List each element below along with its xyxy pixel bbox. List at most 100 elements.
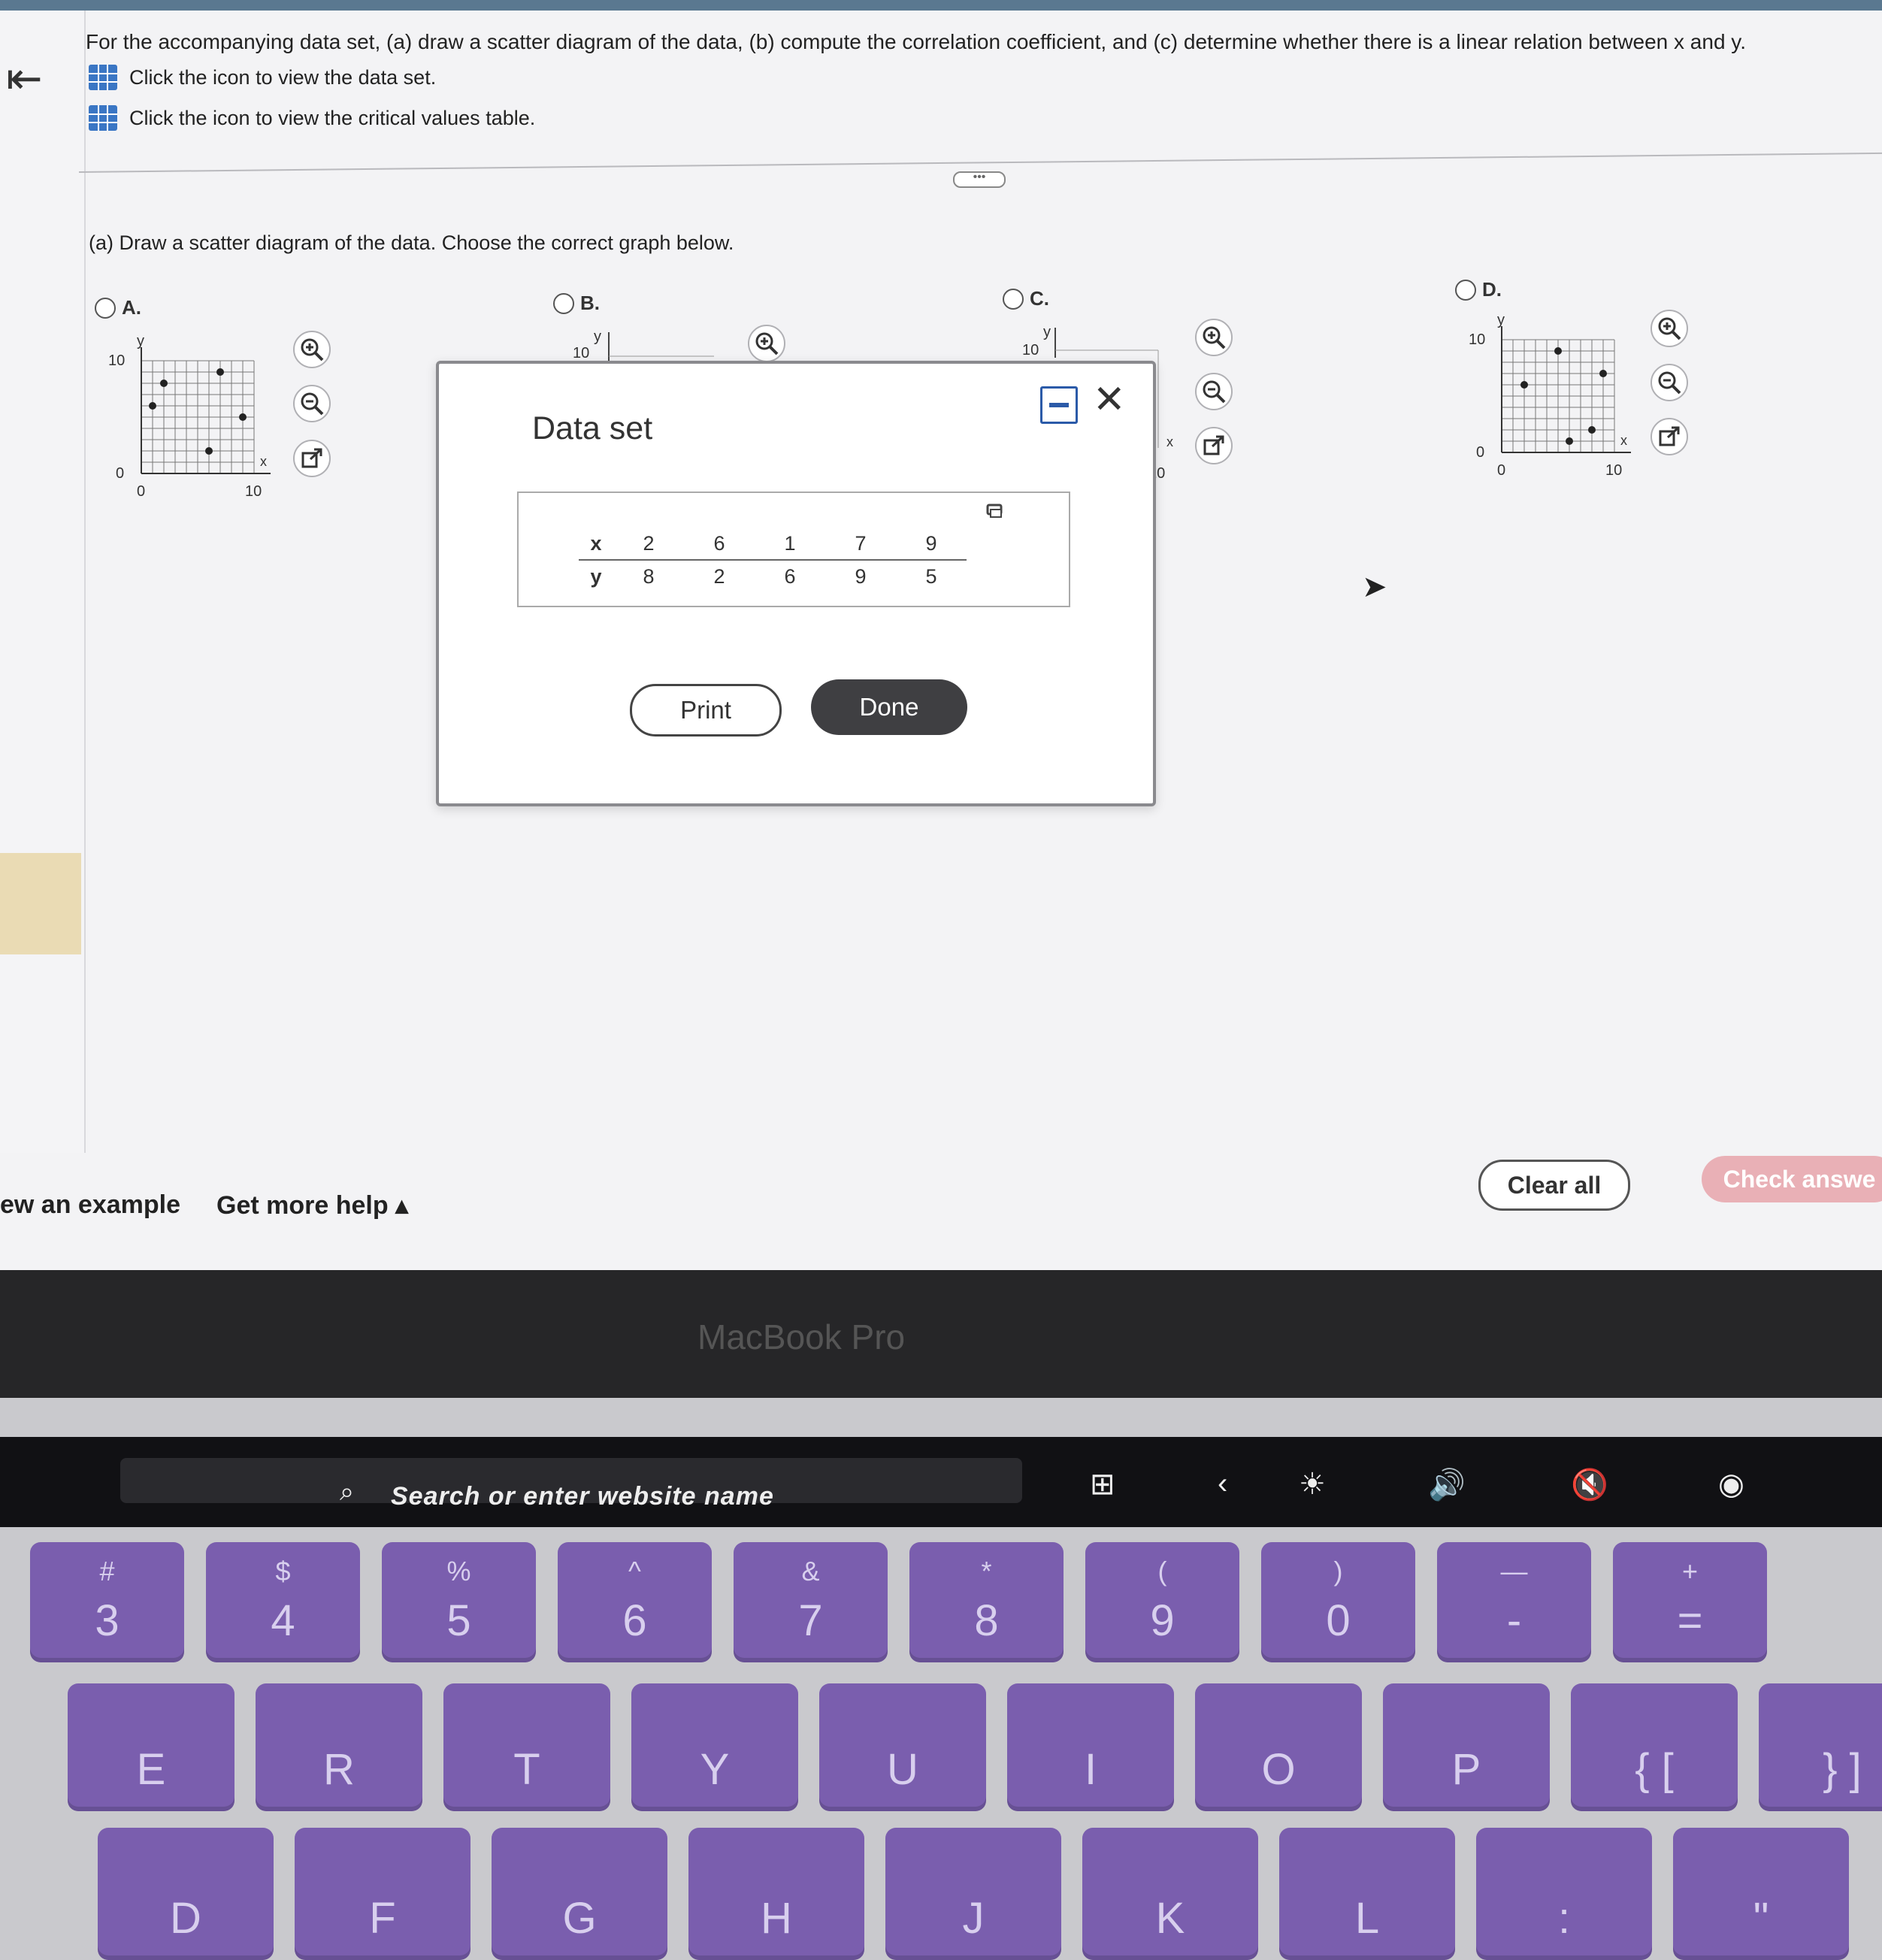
key[interactable]: ^ 6: [558, 1542, 712, 1662]
brightness-icon[interactable]: ☀: [1299, 1467, 1326, 1502]
external-link-icon[interactable]: [1195, 427, 1233, 464]
key[interactable]: — -: [1437, 1542, 1591, 1662]
zoom-out-icon[interactable]: [1651, 364, 1688, 401]
option-c-label: C.: [1030, 287, 1049, 310]
y-tick-label: 10: [1469, 331, 1485, 348]
key[interactable]: % 5: [382, 1542, 536, 1662]
data-set-dialog: Data set ✕ x 2 6 1 7 9 y 8 2 6 9 5 Print…: [436, 361, 1156, 806]
key[interactable]: + =: [1613, 1542, 1767, 1662]
done-button[interactable]: Done: [811, 679, 967, 735]
y-cell: 8: [643, 564, 655, 588]
graph-a: 10 y 00 10 x: [108, 333, 271, 500]
key[interactable]: K: [1082, 1828, 1258, 1960]
external-link-icon[interactable]: [1651, 418, 1688, 455]
x-tick-label: 10: [1605, 462, 1622, 479]
x-cell: 1: [755, 528, 825, 561]
key[interactable]: * 8: [909, 1542, 1064, 1662]
brand-label: MacBook Pro: [697, 1317, 906, 1357]
external-link-icon[interactable]: [293, 440, 331, 477]
back-arrow-icon[interactable]: ⇤: [6, 57, 43, 101]
key[interactable]: { [: [1571, 1683, 1738, 1811]
key[interactable]: D: [98, 1828, 274, 1960]
y-tick-label: 10: [108, 352, 125, 369]
zoom-out-icon[interactable]: [1195, 373, 1233, 410]
key[interactable]: F: [295, 1828, 470, 1960]
y-cell: 6: [784, 564, 796, 588]
option-c[interactable]: C.: [1003, 287, 1049, 310]
expand-pill[interactable]: •••: [953, 171, 1006, 188]
section-divider: [78, 152, 1882, 173]
top-bar: [0, 0, 1882, 11]
scatter-point: [1554, 347, 1562, 355]
volume-icon[interactable]: 🔊: [1428, 1467, 1466, 1502]
zoom-out-icon[interactable]: [293, 385, 331, 422]
key[interactable]: #3: [30, 1542, 184, 1662]
get-more-help-link[interactable]: Get more help ▴: [216, 1190, 408, 1220]
key[interactable]: & 7: [734, 1542, 888, 1662]
zoom-in-icon[interactable]: [1195, 319, 1233, 356]
chevron-left-icon[interactable]: ‹: [1218, 1467, 1227, 1501]
table-icon[interactable]: [89, 105, 117, 131]
table-row-y: y 8 2 6 9 5: [579, 560, 967, 592]
graph-c-x-label: x: [1166, 434, 1173, 449]
siri-icon[interactable]: ◉: [1718, 1467, 1744, 1502]
radio-c[interactable]: [1003, 288, 1024, 310]
zoom-in-icon[interactable]: [293, 331, 331, 368]
data-set-link[interactable]: Click the icon to view the data set.: [89, 65, 436, 90]
check-answer-button[interactable]: Check answe: [1702, 1156, 1882, 1202]
key[interactable]: :: [1476, 1828, 1652, 1960]
key[interactable]: (9: [1085, 1542, 1239, 1662]
minimize-icon[interactable]: [1040, 386, 1078, 424]
new-tab-icon[interactable]: ⊞: [1090, 1467, 1115, 1502]
option-b[interactable]: B.: [553, 292, 600, 315]
key[interactable]: J: [885, 1828, 1061, 1960]
key[interactable]: O: [1195, 1683, 1362, 1811]
option-a-label: A.: [122, 296, 141, 319]
graph-b-y-top: 10: [573, 345, 589, 361]
key[interactable]: R: [256, 1683, 422, 1811]
touchbar-search-text: Search or enter website name: [391, 1482, 774, 1511]
y-axis-label: y: [1497, 312, 1505, 328]
critical-values-link[interactable]: Click the icon to view the critical valu…: [89, 105, 535, 131]
print-button[interactable]: Print: [630, 684, 782, 737]
scatter-point: [1599, 370, 1607, 377]
key[interactable]: U: [819, 1683, 986, 1811]
copy-icon[interactable]: [985, 501, 1007, 522]
graph-d: 10 y 00 10 x: [1469, 312, 1631, 479]
key[interactable]: I: [1007, 1683, 1174, 1811]
key[interactable]: G: [492, 1828, 667, 1960]
mute-icon[interactable]: 🔇: [1571, 1467, 1608, 1502]
radio-a[interactable]: [95, 297, 116, 319]
key[interactable]: $4: [206, 1542, 360, 1662]
graph-c-y-top: 10: [1022, 342, 1039, 358]
scatter-point: [216, 368, 224, 376]
zoom-in-icon[interactable]: [1651, 310, 1688, 347]
key[interactable]: T: [443, 1683, 610, 1811]
search-icon: ⌕: [340, 1478, 355, 1506]
key[interactable]: ) 0: [1261, 1542, 1415, 1662]
radio-d[interactable]: [1455, 279, 1476, 301]
option-b-label: B.: [580, 292, 600, 314]
key[interactable]: E: [68, 1683, 234, 1811]
table-icon[interactable]: [89, 65, 117, 90]
option-d-label: D.: [1482, 278, 1502, 301]
view-example-link[interactable]: ew an example: [0, 1190, 180, 1220]
option-a[interactable]: A.: [95, 296, 141, 319]
scatter-point: [149, 402, 156, 410]
key[interactable]: } ]: [1759, 1683, 1882, 1811]
radio-b[interactable]: [553, 292, 574, 314]
key[interactable]: P: [1383, 1683, 1550, 1811]
key[interactable]: ": [1673, 1828, 1849, 1960]
key[interactable]: L: [1279, 1828, 1455, 1960]
zoom-in-icon[interactable]: [748, 325, 785, 362]
close-icon[interactable]: ✕: [1093, 380, 1126, 419]
x-tick-label: 10: [245, 483, 262, 500]
x-header: x: [579, 528, 613, 561]
key[interactable]: Y: [631, 1683, 798, 1811]
key[interactable]: H: [688, 1828, 864, 1960]
scatter-point: [1566, 437, 1573, 445]
option-d[interactable]: D.: [1455, 278, 1502, 301]
x-cell: 2: [613, 528, 684, 561]
x-axis-label: x: [1620, 433, 1627, 448]
clear-all-button[interactable]: Clear all: [1478, 1160, 1630, 1211]
